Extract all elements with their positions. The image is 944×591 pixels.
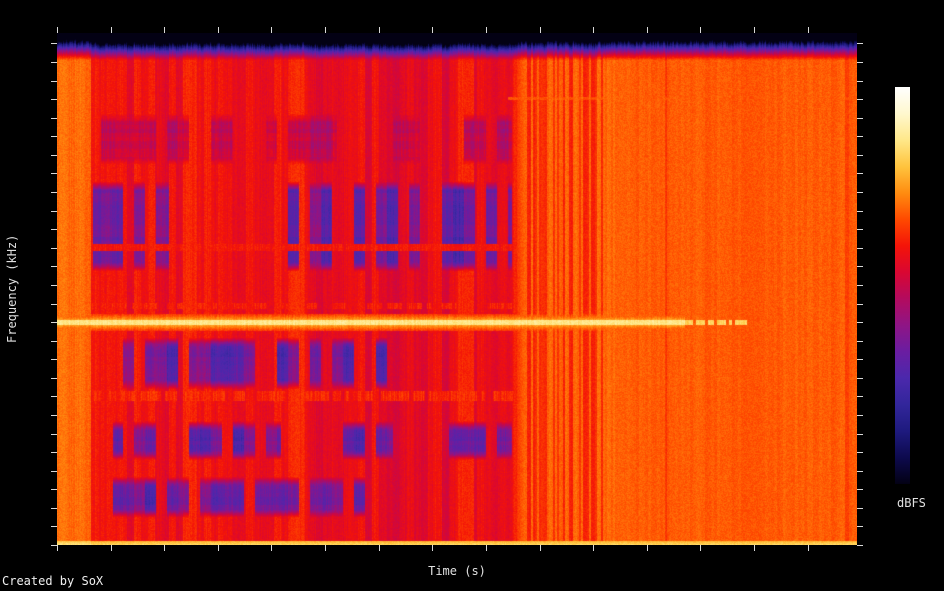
y-tick-mark-left [51,545,57,546]
y-tick-mark-left [51,434,57,435]
spectrogram-canvas [57,33,857,545]
y-tick-mark-left [51,378,57,379]
y-tick-mark-left [51,471,57,472]
y-tick-mark-right [857,526,863,527]
y-tick-mark-left [51,415,57,416]
x-tick-mark-top [486,27,487,33]
y-tick-mark-right [857,322,863,323]
x-tick-mark-top [432,27,433,33]
y-tick-mark-right [857,415,863,416]
x-tick-mark-bottom [540,545,541,551]
x-tick-mark-top [164,27,165,33]
y-tick-mark-left [51,508,57,509]
y-tick-mark-right [857,118,863,119]
y-tick-mark-left [51,136,57,137]
x-tick-mark-top [808,27,809,33]
y-tick-mark-left [51,304,57,305]
x-tick-mark-top [271,27,272,33]
colorbar [895,87,910,484]
y-tick-mark-right [857,81,863,82]
x-tick-mark-top [754,27,755,33]
y-tick-mark-right [857,508,863,509]
y-tick-mark-right [857,304,863,305]
credit-text: Created by SoX [2,574,104,588]
y-tick-mark-right [857,471,863,472]
y-tick-mark-right [857,489,863,490]
x-tick-mark-bottom [111,545,112,551]
x-tick-mark-top [111,27,112,33]
x-tick-mark-top [57,27,58,33]
y-tick-mark-right [857,155,863,156]
y-tick-mark-right [857,173,863,174]
x-tick-mark-bottom [700,545,701,551]
y-tick-mark-right [857,43,863,44]
y-tick-mark-left [51,248,57,249]
y-tick-mark-right [857,211,863,212]
x-tick-mark-bottom [593,545,594,551]
x-tick-mark-top [218,27,219,33]
x-tick-mark-bottom [808,545,809,551]
y-tick-mark-left [51,173,57,174]
y-tick-mark-right [857,99,863,100]
sox-spectrogram-window: Frequency (kHz) Time (s) dBFS Created by… [0,0,944,591]
y-tick-mark-left [51,359,57,360]
x-tick-mark-top [379,27,380,33]
y-tick-mark-left [51,341,57,342]
x-tick-mark-bottom [647,545,648,551]
y-tick-mark-left [51,81,57,82]
y-tick-mark-right [857,396,863,397]
y-tick-mark-left [51,229,57,230]
y-tick-mark-right [857,359,863,360]
y-tick-mark-right [857,285,863,286]
x-tick-mark-top [325,27,326,33]
y-tick-mark-left [51,43,57,44]
x-tick-mark-bottom [432,545,433,551]
y-tick-mark-right [857,266,863,267]
y-tick-mark-right [857,545,863,546]
x-tick-mark-bottom [57,545,58,551]
x-tick-mark-bottom [379,545,380,551]
y-tick-mark-right [857,341,863,342]
y-tick-mark-right [857,192,863,193]
x-tick-mark-bottom [271,545,272,551]
x-tick-mark-top [700,27,701,33]
y-tick-mark-left [51,155,57,156]
y-tick-mark-left [51,266,57,267]
colorbar-unit-label: dBFS [897,496,926,510]
x-tick-mark-bottom [164,545,165,551]
y-tick-mark-left [51,285,57,286]
y-tick-mark-right [857,248,863,249]
y-tick-mark-left [51,489,57,490]
y-tick-mark-left [51,322,57,323]
x-tick-mark-top [540,27,541,33]
y-tick-mark-right [857,378,863,379]
x-tick-mark-bottom [754,545,755,551]
y-axis-title: Frequency (kHz) [5,234,19,344]
y-tick-mark-right [857,136,863,137]
y-tick-mark-left [51,118,57,119]
x-tick-mark-bottom [486,545,487,551]
x-tick-mark-top [647,27,648,33]
y-tick-mark-left [51,526,57,527]
y-tick-mark-right [857,229,863,230]
x-tick-mark-top [593,27,594,33]
x-tick-mark-bottom [325,545,326,551]
y-tick-mark-left [51,211,57,212]
y-tick-mark-right [857,452,863,453]
y-tick-mark-left [51,192,57,193]
y-tick-mark-left [51,99,57,100]
x-tick-mark-bottom [218,545,219,551]
y-tick-mark-left [51,396,57,397]
y-tick-mark-right [857,62,863,63]
y-tick-mark-left [51,62,57,63]
y-tick-mark-right [857,434,863,435]
y-tick-mark-left [51,452,57,453]
x-axis-title: Time (s) [428,564,486,578]
